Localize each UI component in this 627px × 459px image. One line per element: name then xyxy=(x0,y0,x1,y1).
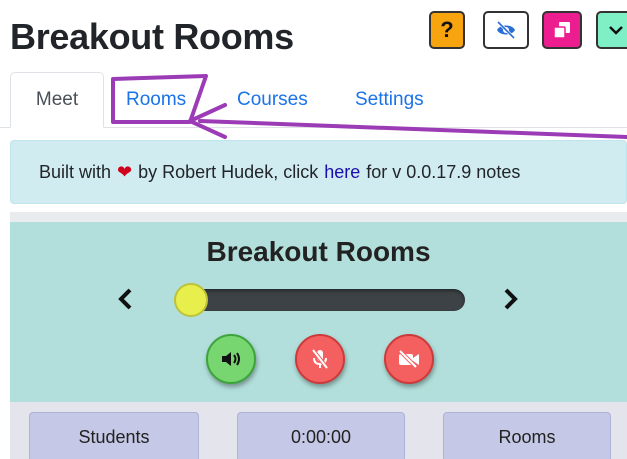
chevron-down-icon xyxy=(609,26,623,35)
room-slider-track[interactable] xyxy=(182,289,465,311)
students-button[interactable]: Students xyxy=(29,412,199,459)
timer-display[interactable]: 0:00:00 xyxy=(237,412,405,459)
panel-title: Breakout Rooms xyxy=(206,236,431,267)
bottom-bar: Students 0:00:00 Rooms xyxy=(10,402,627,459)
release-notes-link[interactable]: here xyxy=(324,162,360,183)
mic-mute-button[interactable] xyxy=(295,334,345,384)
speaker-volume-icon xyxy=(222,352,240,366)
version-notice: Built with ❤ by Robert Hudek, click here… xyxy=(10,140,627,204)
notice-prefix: Built with xyxy=(39,161,112,182)
chevron-right-icon xyxy=(504,288,518,310)
room-slider-thumb[interactable] xyxy=(174,283,208,317)
rooms-button[interactable]: Rooms xyxy=(443,412,611,459)
page-title: Breakout Rooms xyxy=(10,16,294,57)
camera-off-icon xyxy=(398,350,419,368)
mic-muted-icon xyxy=(311,348,329,370)
divider xyxy=(10,212,627,222)
notice-author: by Robert Hudek, click xyxy=(138,161,319,182)
tab-meet[interactable]: Meet xyxy=(10,72,104,128)
tab-rooms[interactable]: Rooms xyxy=(126,72,186,128)
tab-courses[interactable]: Courses xyxy=(237,72,308,128)
heart-icon: ❤ xyxy=(117,161,133,182)
popout-button[interactable] xyxy=(542,11,582,49)
popout-window-icon xyxy=(553,22,570,39)
notice-suffix: for v 0.0.17.9 notes xyxy=(366,161,521,182)
previous-button[interactable] xyxy=(117,286,133,318)
collapse-button[interactable] xyxy=(596,11,627,49)
tab-settings[interactable]: Settings xyxy=(355,72,424,128)
speaker-button[interactable] xyxy=(206,334,256,384)
question-mark-icon: ? xyxy=(440,17,454,42)
breakout-panel: Breakout Rooms xyxy=(10,222,627,402)
toggle-visibility-button[interactable] xyxy=(483,11,529,49)
camera-button[interactable] xyxy=(384,334,434,384)
tab-bar: Meet Rooms Courses Settings xyxy=(0,72,627,128)
next-button[interactable] xyxy=(503,286,519,318)
help-button[interactable]: ? xyxy=(429,11,465,49)
chevron-left-icon xyxy=(118,288,132,310)
eye-off-icon xyxy=(496,21,516,39)
